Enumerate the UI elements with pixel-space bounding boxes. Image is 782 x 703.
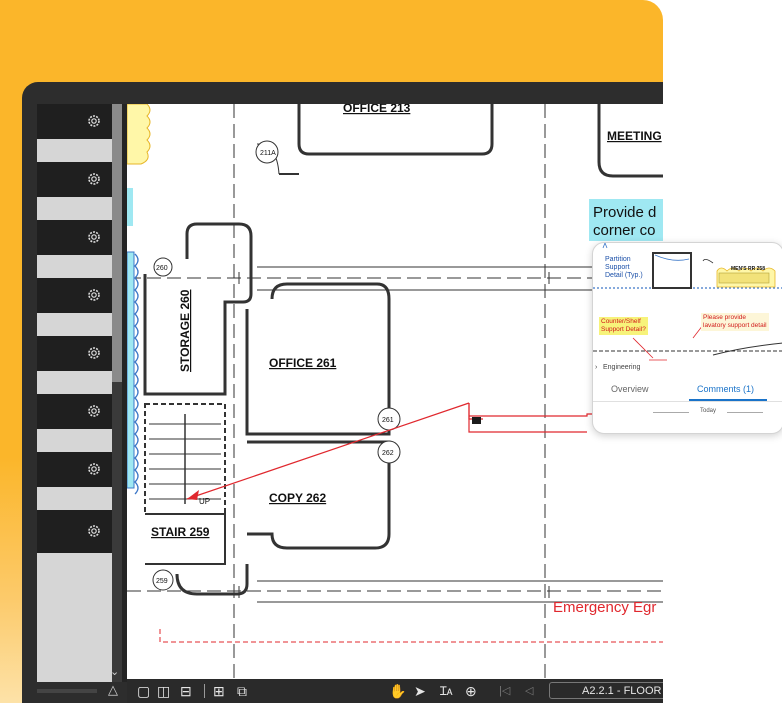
gear-icon[interactable] bbox=[87, 230, 101, 244]
gear-icon[interactable] bbox=[87, 524, 101, 538]
sidebar-scroll-track[interactable] bbox=[112, 382, 122, 682]
pointer-icon[interactable]: ➤ bbox=[414, 683, 426, 699]
chevron-down-icon[interactable]: ⌄ bbox=[110, 665, 119, 678]
cloud-markup-blue bbox=[134, 253, 139, 495]
door-tag-259: 259 bbox=[156, 578, 168, 585]
app-window: ⌄ △ OFFICE 213 211A MEETING Provide d co… bbox=[22, 82, 663, 703]
door-tag-260: 260 bbox=[156, 265, 168, 272]
callout-text-1: Provide d bbox=[593, 204, 656, 221]
tab-divider bbox=[593, 401, 782, 402]
markup-popup-card: Partition Support Detail (Typ.) MEN'S RR… bbox=[592, 242, 782, 434]
page-selector[interactable]: A2.2.1 - FLOOR PLA bbox=[549, 682, 663, 699]
hand-pan-icon[interactable]: ✋ bbox=[389, 683, 406, 699]
collapse-triangle-icon[interactable]: △ bbox=[108, 682, 118, 698]
toolbar-separator bbox=[204, 684, 205, 698]
sidebar-item-3[interactable] bbox=[37, 220, 112, 255]
text-select-icon[interactable]: Ɪᴀ bbox=[440, 683, 453, 699]
sidebar-footer-bar bbox=[37, 689, 97, 693]
sidebar-item-5[interactable] bbox=[37, 336, 112, 371]
door-tag-211a: 211A bbox=[260, 150, 276, 157]
sidebar-item-8[interactable] bbox=[37, 510, 112, 553]
gear-icon[interactable] bbox=[87, 346, 101, 360]
date-separator: Today bbox=[653, 408, 763, 414]
split-horizontal-icon[interactable]: ⊟ bbox=[180, 683, 192, 699]
gear-icon[interactable] bbox=[87, 172, 101, 186]
callout-text-2: corner co bbox=[593, 222, 656, 239]
sidebar-thumb-4[interactable] bbox=[37, 313, 112, 336]
sidebar-item-2[interactable] bbox=[37, 162, 112, 197]
cloud-markup-yellow bbox=[127, 104, 151, 165]
tab-overview[interactable]: Overview bbox=[611, 384, 649, 394]
sidebar-thumb-1[interactable] bbox=[37, 139, 112, 162]
door-tag-261: 261 bbox=[382, 417, 394, 424]
sidebar-item-1[interactable] bbox=[37, 104, 112, 139]
floor-plan-drawing: OFFICE 213 211A MEETING Provide d corner… bbox=[127, 104, 663, 679]
emergency-egress-label: Emergency Egr bbox=[553, 599, 656, 616]
sidebar-item-6[interactable] bbox=[37, 394, 112, 429]
sidebar-thumb-5[interactable] bbox=[37, 371, 112, 394]
add-page-icon[interactable]: ⊞ bbox=[213, 683, 225, 699]
single-page-icon[interactable]: ▢ bbox=[137, 683, 150, 699]
partition-note: Partition Support Detail (Typ.) bbox=[605, 256, 643, 279]
comment-marker-icon bbox=[472, 417, 481, 424]
gear-icon[interactable] bbox=[87, 288, 101, 302]
drawing-canvas[interactable]: OFFICE 213 211A MEETING Provide d corner… bbox=[127, 104, 663, 679]
note-counter-shelf[interactable]: Counter/Shelf Support Detail? bbox=[599, 317, 648, 335]
sidebar-thumb-7[interactable] bbox=[37, 487, 112, 510]
split-vertical-icon[interactable]: ◫ bbox=[157, 683, 170, 699]
sidebar-thumb-3[interactable] bbox=[37, 255, 112, 278]
first-page-icon[interactable]: |◁ bbox=[499, 683, 510, 699]
gear-icon[interactable] bbox=[87, 114, 101, 128]
sidebar-item-4[interactable] bbox=[37, 278, 112, 313]
sidebar-thumb-2[interactable] bbox=[37, 197, 112, 220]
stair-up-label: UP bbox=[199, 497, 210, 506]
popup-drawing-preview: Partition Support Detail (Typ.) MEN'S RR… bbox=[593, 243, 782, 363]
room-label-storage-260: STORAGE 260 bbox=[178, 289, 192, 372]
room-label-meeting: MEETING bbox=[607, 129, 662, 143]
note-lavatory-support[interactable]: Please provide lavatory support detail bbox=[701, 313, 769, 331]
tab-comments[interactable]: Comments (1) bbox=[697, 384, 754, 394]
gear-icon[interactable] bbox=[87, 462, 101, 476]
mens-room-label: MEN'S RR 258 bbox=[731, 266, 765, 272]
zoom-icon[interactable]: ⊕ bbox=[465, 683, 477, 699]
bottom-toolbar: ▢ ◫ ⊟ ⊞ ⧉ ✋ ➤ Ɪᴀ ⊕ |◁ ◁ A2.2.1 - FLOOR P… bbox=[127, 679, 663, 703]
prev-page-icon[interactable]: ◁ bbox=[525, 683, 533, 699]
room-label-stair-259: STAIR 259 bbox=[151, 525, 210, 539]
gear-icon[interactable] bbox=[87, 404, 101, 418]
door-tag-262: 262 bbox=[382, 450, 394, 457]
compare-icon[interactable]: ⧉ bbox=[237, 683, 247, 699]
room-label-office-213: OFFICE 213 bbox=[343, 104, 411, 115]
sheet-sidebar bbox=[37, 104, 112, 682]
chevron-right-icon[interactable]: › bbox=[595, 364, 597, 371]
sidebar-item-7[interactable] bbox=[37, 452, 112, 487]
sidebar-thumb-6[interactable] bbox=[37, 429, 112, 452]
sidebar-thumb-8[interactable] bbox=[37, 553, 112, 682]
discipline-label: Engineering bbox=[603, 364, 641, 371]
room-label-copy-262: COPY 262 bbox=[269, 491, 326, 505]
room-label-office-261: OFFICE 261 bbox=[269, 356, 337, 370]
